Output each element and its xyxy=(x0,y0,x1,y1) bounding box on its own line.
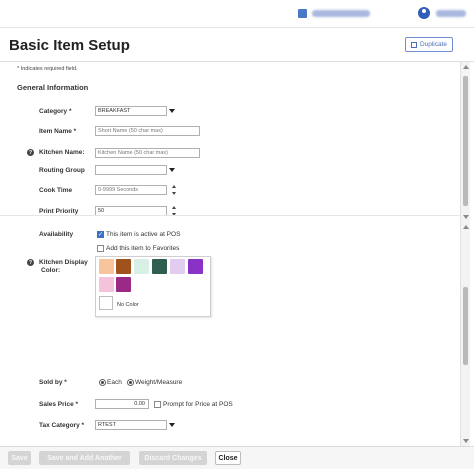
scrollbar-thumb-lower[interactable] xyxy=(463,287,468,365)
sales-price-label: Sales Price * xyxy=(39,401,79,408)
kitchen-name-input[interactable]: Kitchen Name (50 char max) xyxy=(95,148,200,158)
footer-bar: Save Save and Add Another Discard Change… xyxy=(0,446,474,469)
favorites-label: Add this item to Favorites xyxy=(106,245,180,252)
scroll-down-icon[interactable] xyxy=(463,439,469,443)
user-name-redacted xyxy=(436,9,466,17)
sold-by-weight-label: Weight/Measure xyxy=(135,379,183,386)
color-palette: No Color xyxy=(95,256,211,317)
tax-category-label: Tax Category * xyxy=(39,422,85,429)
item-name-label: Item Name * xyxy=(39,128,77,135)
color-swatch[interactable] xyxy=(116,277,131,292)
sold-by-each-label: Each xyxy=(107,379,122,386)
active-at-pos-label: This item is active at POS xyxy=(106,231,181,238)
section-divider xyxy=(0,215,460,216)
color-swatch[interactable] xyxy=(188,259,203,274)
availability-label: Availability xyxy=(39,231,74,238)
no-color-swatch[interactable] xyxy=(99,296,113,310)
scroll-up-icon[interactable] xyxy=(463,65,469,69)
sold-by-weight-radio[interactable] xyxy=(127,379,134,386)
cook-time-input[interactable]: 0-9999 Seconds xyxy=(95,185,167,195)
kitchen-name-help-icon[interactable]: ? xyxy=(27,149,34,156)
sold-by-label: Sold by * xyxy=(39,379,67,386)
duplicate-label: Duplicate xyxy=(419,41,448,48)
favorites-checkbox[interactable] xyxy=(97,245,104,252)
routing-group-dropdown-icon[interactable] xyxy=(169,168,175,172)
user-avatar-icon xyxy=(418,7,430,19)
no-color-label: No Color xyxy=(117,302,139,308)
save-button[interactable]: Save xyxy=(8,451,31,465)
kitchen-color-help-icon[interactable]: ? xyxy=(27,259,34,266)
store-selector[interactable] xyxy=(298,9,370,18)
duplicate-icon xyxy=(410,41,417,48)
section-title: General Information xyxy=(17,83,89,92)
color-swatch[interactable] xyxy=(99,259,114,274)
form-content: * Indicates required field. General Info… xyxy=(0,63,460,446)
prompt-price-label: Prompt for Price at POS xyxy=(163,401,233,408)
sold-by-each-radio[interactable] xyxy=(99,379,106,386)
kitchen-color-label-line1: Kitchen Display xyxy=(39,259,88,266)
page-scrollbar[interactable] xyxy=(460,62,470,446)
scroll-up-icon[interactable] xyxy=(463,225,469,229)
page-title: Basic Item Setup xyxy=(9,37,130,54)
cook-time-label: Cook Time xyxy=(39,187,73,194)
top-bar xyxy=(0,0,474,28)
user-menu[interactable] xyxy=(418,7,466,19)
store-icon xyxy=(298,9,307,18)
category-dropdown-icon[interactable] xyxy=(169,109,175,113)
color-swatch[interactable] xyxy=(99,277,114,292)
prompt-price-checkbox[interactable] xyxy=(154,401,161,408)
color-swatch[interactable] xyxy=(116,259,131,274)
duplicate-button[interactable]: Duplicate xyxy=(405,37,453,52)
routing-group-select[interactable] xyxy=(95,165,167,175)
color-swatch[interactable] xyxy=(170,259,185,274)
cook-time-stepper[interactable] xyxy=(170,185,177,195)
category-label: Category * xyxy=(39,108,72,115)
kitchen-color-label-line2: Color: xyxy=(41,267,61,274)
active-at-pos-checkbox[interactable]: ✓ xyxy=(97,231,104,238)
page-header: Basic Item Setup Duplicate xyxy=(0,28,474,62)
color-swatch[interactable] xyxy=(152,259,167,274)
close-button[interactable]: Close xyxy=(215,451,241,465)
store-name-redacted xyxy=(312,10,370,17)
tax-category-dropdown-icon[interactable] xyxy=(169,423,175,427)
category-select[interactable]: BREAKFAST xyxy=(95,106,167,116)
routing-group-label: Routing Group xyxy=(39,167,85,174)
item-name-input[interactable]: Short Name (50 char max) xyxy=(95,126,200,136)
required-note: * Indicates required field. xyxy=(17,66,78,72)
scroll-down-icon[interactable] xyxy=(463,215,469,219)
color-swatch[interactable] xyxy=(134,259,149,274)
save-and-add-button[interactable]: Save and Add Another xyxy=(39,451,130,465)
scrollbar-thumb-upper[interactable] xyxy=(463,76,468,206)
tax-category-select[interactable]: RTEST xyxy=(95,420,167,430)
kitchen-name-label: Kitchen Name: xyxy=(39,149,85,156)
discard-changes-button[interactable]: Discard Changes xyxy=(139,451,207,465)
print-priority-label: Print Priority xyxy=(39,208,79,215)
sales-price-input[interactable]: 0.00 xyxy=(95,399,149,409)
